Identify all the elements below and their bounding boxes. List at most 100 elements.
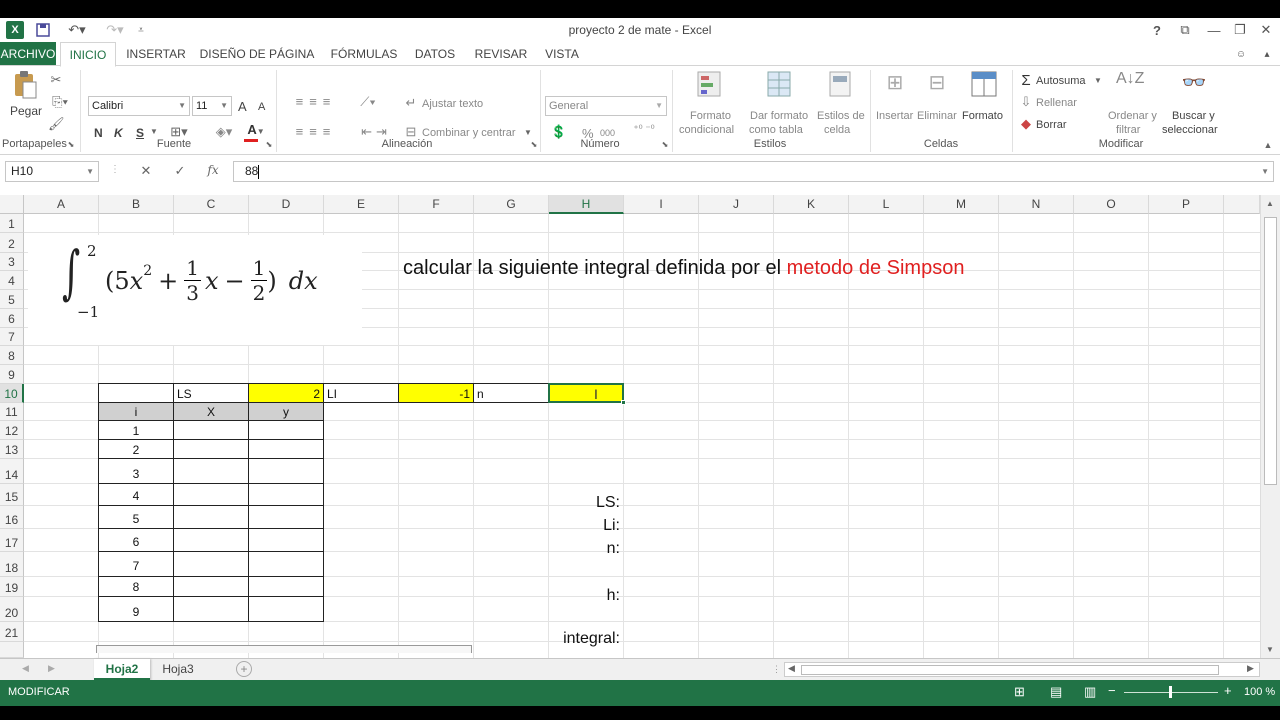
vertical-align-icons[interactable]: ≡≡≡: [284, 94, 348, 109]
column-header-f[interactable]: F: [399, 195, 474, 214]
cell-f10[interactable]: -1: [398, 383, 474, 403]
table-cell-i[interactable]: 7: [98, 551, 174, 577]
number-format-box[interactable]: General ▼: [545, 96, 667, 116]
tab-formulas[interactable]: FÓRMULAS: [324, 42, 404, 66]
table-cell-i[interactable]: 2: [98, 439, 174, 459]
name-box[interactable]: H10 ▼: [5, 161, 99, 182]
delete-cells-button[interactable]: Eliminar: [917, 110, 957, 122]
autosum-button[interactable]: Autosuma: [1036, 75, 1086, 87]
row-header-12[interactable]: 12: [0, 421, 24, 440]
header-y[interactable]: y: [248, 402, 324, 421]
sort-filter-label-2[interactable]: filtrar: [1116, 124, 1140, 136]
binoculars-icon[interactable]: 👓: [1180, 70, 1208, 100]
font-name-box[interactable]: Calibri ▼: [88, 96, 190, 116]
page-layout-view-icon[interactable]: ▤: [1050, 684, 1062, 700]
cell-e10[interactable]: LI: [323, 383, 399, 403]
scroll-right-icon[interactable]: ▶: [1247, 663, 1254, 674]
copy-icon[interactable]: ⎘▾: [48, 94, 72, 110]
table-cell-x[interactable]: [173, 505, 249, 529]
table-cell-i[interactable]: 4: [98, 483, 174, 506]
column-header-i[interactable]: I: [624, 195, 699, 214]
chevron-down-icon[interactable]: ▼: [1094, 76, 1102, 85]
font-launcher-icon[interactable]: ⬊: [264, 140, 274, 149]
fill-icon[interactable]: ⇩: [1018, 94, 1034, 110]
collapse-ribbon-icon[interactable]: ▲: [1262, 140, 1274, 150]
table-cell-i[interactable]: 1: [98, 420, 174, 440]
vertical-scroll-thumb[interactable]: [1264, 217, 1277, 485]
cell-styles-label-2[interactable]: celda: [824, 124, 850, 136]
sort-filter-icon[interactable]: A↓Z: [1116, 70, 1144, 100]
row-header-3[interactable]: 3: [0, 253, 24, 271]
format-painter-icon[interactable]: 🖌: [48, 116, 65, 132]
row-header-8[interactable]: 8: [0, 346, 24, 365]
row-header-13[interactable]: 13: [0, 440, 24, 459]
decimal-icons[interactable]: ⁺⁰ ⁻⁰: [624, 124, 664, 135]
horizontal-scrollbar[interactable]: ◀ ▶: [784, 662, 1260, 677]
column-header-k[interactable]: K: [774, 195, 849, 214]
cell-b10[interactable]: [98, 383, 174, 403]
column-header-e[interactable]: E: [324, 195, 399, 214]
row-header-10[interactable]: 10: [0, 384, 24, 403]
cut-icon[interactable]: ✂: [48, 72, 64, 88]
table-cell-i[interactable]: 5: [98, 505, 174, 529]
header-x[interactable]: X: [173, 402, 249, 421]
zoom-level[interactable]: 100 %: [1244, 686, 1275, 698]
row-header-4[interactable]: 4: [0, 271, 24, 290]
table-cell-x[interactable]: [173, 439, 249, 459]
tab-insertar[interactable]: INSERTAR: [122, 42, 190, 66]
select-all-corner[interactable]: [0, 195, 24, 214]
row-header-17[interactable]: 17: [0, 529, 24, 552]
row-header-14[interactable]: 14: [0, 459, 24, 484]
find-select-label[interactable]: Buscar y: [1172, 110, 1215, 122]
table-cell-i[interactable]: 6: [98, 528, 174, 552]
table-cell-y[interactable]: [248, 528, 324, 552]
fill-handle[interactable]: [621, 400, 626, 405]
cell-styles-label[interactable]: Estilos de: [817, 110, 865, 122]
zoom-in-icon[interactable]: +: [1224, 683, 1232, 698]
tab-datos[interactable]: DATOS: [410, 42, 460, 66]
column-header-g[interactable]: G: [474, 195, 549, 214]
ribbon-display-options-icon[interactable]: ⧉: [1176, 21, 1194, 39]
page-break-view-icon[interactable]: ▥: [1084, 684, 1096, 700]
row-header-19[interactable]: 19: [0, 577, 24, 597]
chevron-down-icon[interactable]: ▼: [150, 127, 158, 136]
tab-vista[interactable]: VISTA: [540, 42, 584, 66]
column-header-p[interactable]: P: [1149, 195, 1224, 214]
wrap-text-button[interactable]: Ajustar texto: [422, 98, 483, 110]
row-header-5[interactable]: 5: [0, 290, 24, 309]
format-as-table-label-2[interactable]: como tabla: [749, 124, 803, 136]
cell-d10[interactable]: 2: [248, 383, 324, 403]
table-cell-y[interactable]: [248, 505, 324, 529]
row-header-7[interactable]: 7: [0, 328, 24, 346]
table-cell-y[interactable]: [248, 458, 324, 484]
wrap-text-icon[interactable]: ↵: [404, 95, 418, 111]
column-header-a[interactable]: A: [24, 195, 99, 214]
scroll-left-icon[interactable]: ◀: [788, 663, 795, 674]
normal-view-icon[interactable]: ⊞: [1014, 684, 1025, 700]
scroll-up-icon[interactable]: ▲: [1266, 199, 1274, 208]
cell-c10[interactable]: LS: [173, 383, 249, 403]
cancel-entry-icon[interactable]: ✕: [138, 163, 154, 179]
table-cell-y[interactable]: [248, 439, 324, 459]
table-cell-y[interactable]: [248, 576, 324, 597]
cell-h10-active[interactable]: I: [548, 383, 626, 405]
column-header-b[interactable]: B: [99, 195, 174, 214]
column-header-partial[interactable]: [1224, 195, 1260, 214]
zoom-slider-thumb[interactable]: [1169, 686, 1172, 698]
vertical-scrollbar[interactable]: ▲ ▼: [1260, 195, 1280, 658]
find-select-label-2[interactable]: seleccionar: [1162, 124, 1218, 136]
table-cell-x[interactable]: [173, 576, 249, 597]
row-header-21[interactable]: 21: [0, 622, 24, 642]
horizontal-scroll-thumb[interactable]: [801, 665, 1219, 675]
column-header-h[interactable]: H: [549, 195, 624, 214]
comma-style-button[interactable]: 000: [600, 128, 615, 138]
row-header-16[interactable]: 16: [0, 506, 24, 529]
clear-button[interactable]: Borrar: [1036, 119, 1067, 131]
conditional-format-icon[interactable]: [696, 70, 724, 100]
format-as-table-icon[interactable]: [766, 70, 794, 100]
row-header-22[interactable]: [0, 642, 24, 658]
font-color-icon[interactable]: A▼: [242, 122, 270, 142]
clear-icon[interactable]: ◆: [1018, 116, 1034, 132]
column-header-d[interactable]: D: [249, 195, 324, 214]
sheet-tab-hoja3[interactable]: Hoja3: [154, 659, 202, 681]
